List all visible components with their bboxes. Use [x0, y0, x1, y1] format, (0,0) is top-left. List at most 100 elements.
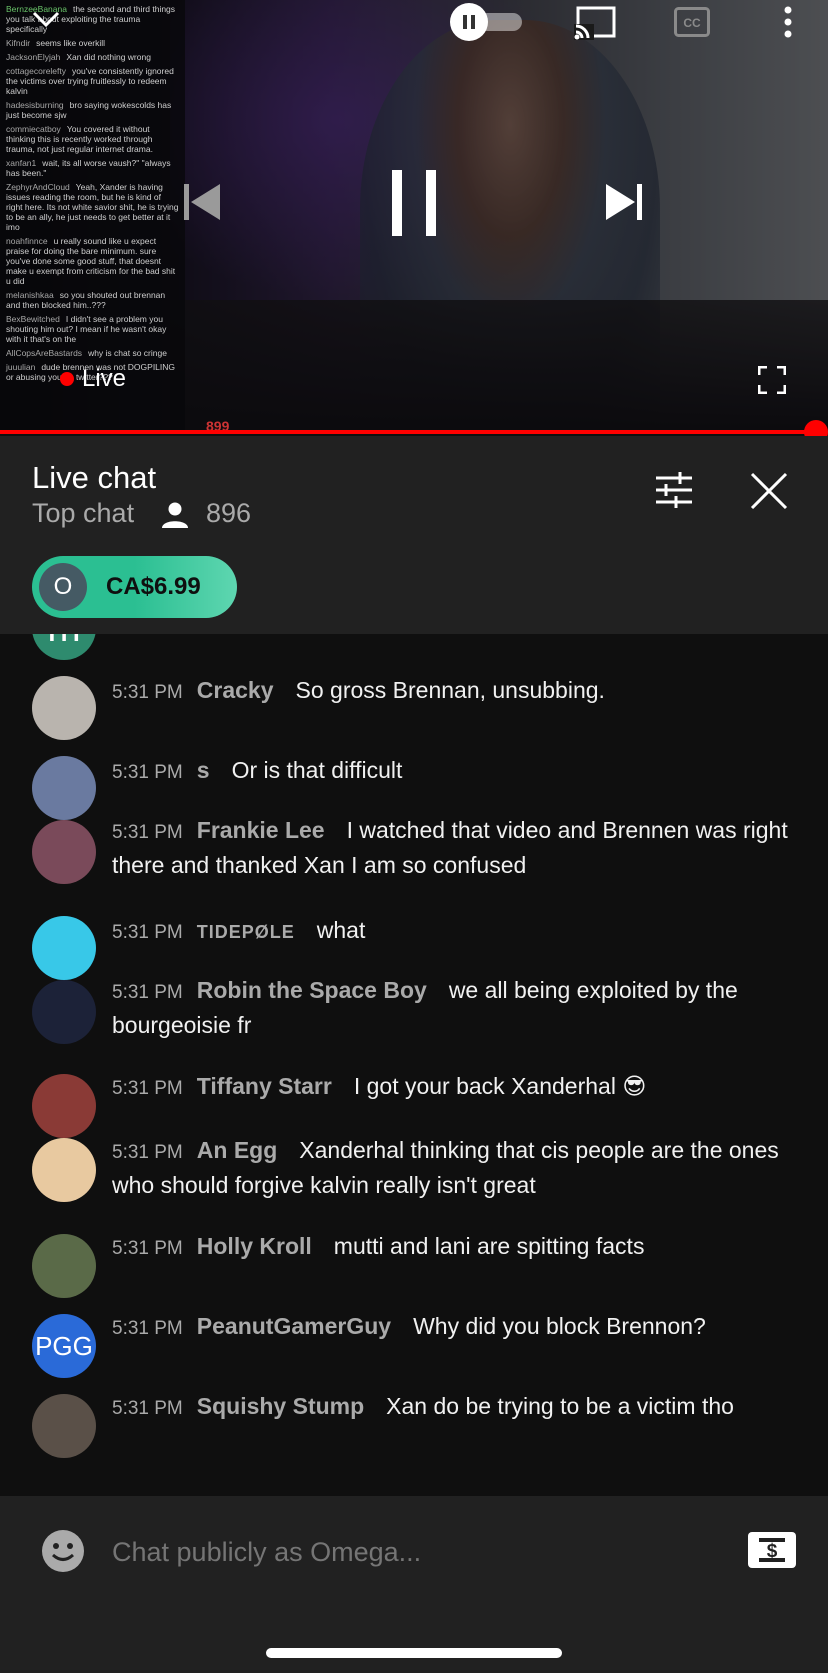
message-text: mutti and lani are spitting facts: [333, 1233, 645, 1259]
message-timestamp: 5:31 PM: [112, 922, 183, 943]
message-text: I got your back Xanderhal 😎: [353, 1073, 647, 1099]
overlay-chat-author: melanishkaa: [6, 290, 54, 300]
avatar[interactable]: [32, 1234, 96, 1298]
avatar[interactable]: [32, 1074, 96, 1138]
message-author[interactable]: s: [197, 757, 210, 783]
overlay-chat-line: BexBewitched I didn't see a problem you s…: [6, 314, 179, 344]
message-timestamp: 5:31 PM: [112, 822, 183, 843]
avatar[interactable]: m: [32, 634, 96, 660]
ticker-avatar: O: [39, 563, 87, 611]
overlay-chat-line: noahfinnce u really sound like u expect p…: [6, 236, 179, 286]
chat-input-bar: [0, 1496, 828, 1673]
chat-message-body: 5:31 PM Cracky So gross Brennan, unsubbing…: [112, 674, 792, 709]
message-author[interactable]: Holly Kroll: [197, 1233, 312, 1259]
overlay-chat-author: BexBewitched: [6, 314, 60, 324]
overlay-chat-author: noahfinnce: [6, 236, 48, 246]
svg-text:$: $: [767, 1541, 778, 1562]
chat-input[interactable]: [112, 1532, 672, 1572]
svg-text:CC: CC: [683, 16, 701, 30]
live-badge[interactable]: Live: [60, 365, 126, 393]
overlay-chat-line: Kifndir seems like overkill: [6, 38, 179, 48]
home-indicator[interactable]: [266, 1648, 562, 1658]
viewer-count: 896: [206, 498, 252, 528]
avatar[interactable]: [32, 820, 96, 884]
overlay-chat-author: Kifndir: [6, 38, 31, 48]
overlay-chat-line: JacksonElyjah Xan did nothing wrong: [6, 52, 179, 62]
overlay-chat-author: hadesisburning: [6, 100, 64, 110]
chat-message-body: 5:31 PM Robin the Space Boy we all being e…: [112, 974, 792, 1041]
fullscreen-icon[interactable]: [752, 362, 792, 398]
message-text: Or is that difficult: [231, 757, 403, 783]
chat-message-body: 5:31 PM Frankie Lee I watched that video a…: [112, 814, 792, 881]
ticker-amount: CA$6.99: [106, 573, 201, 600]
pause-icon[interactable]: [382, 162, 446, 244]
avatar[interactable]: PGG: [32, 1314, 96, 1378]
avatar[interactable]: [32, 676, 96, 740]
chat-message-body: 5:31 PM TIDEPØLE what: [112, 914, 792, 949]
close-chat-icon[interactable]: [750, 472, 794, 516]
chat-mode-selector[interactable]: Top chat: [32, 498, 134, 529]
overlay-chat-line: hadesisburning bro saying wokescolds has …: [6, 100, 179, 120]
chat-message-body: 5:31 PM Tiffany Starr I got your back Xand…: [112, 1070, 792, 1105]
super-chat-dollar-icon[interactable]: $: [748, 1532, 796, 1568]
live-label: Live: [82, 365, 127, 392]
chat-message-body: 5:31 PM Holly Kroll mutti and lani are spi…: [112, 1230, 792, 1265]
live-dot-icon: [60, 372, 74, 386]
closed-captions-icon[interactable]: CC: [672, 2, 712, 42]
message-author[interactable]: TIDEPØLE: [197, 922, 295, 942]
overlay-chat-line: melanishkaa so you shouted out brennan an…: [6, 290, 179, 310]
message-timestamp: 5:31 PM: [112, 1398, 183, 1419]
message-timestamp: 5:31 PM: [112, 1238, 183, 1259]
chat-message-body: 5:31 PM PeanutGamerGuy Why did you block B…: [112, 1310, 792, 1345]
autoplay-pause-icon: [450, 3, 488, 41]
person-icon: [160, 500, 190, 530]
more-options-icon[interactable]: [770, 2, 806, 42]
message-author[interactable]: Squishy Stump: [197, 1393, 364, 1419]
overlay-chat-line: commiecatboy You covered it without think…: [6, 124, 179, 154]
autoplay-toggle[interactable]: [450, 3, 526, 41]
cast-icon[interactable]: [572, 2, 620, 42]
overlay-chat-author: commiecatboy: [6, 124, 61, 134]
minimize-chevron-icon[interactable]: [24, 0, 68, 36]
message-timestamp: 5:31 PM: [112, 1078, 183, 1099]
message-timestamp: 5:31 PM: [112, 1318, 183, 1339]
next-icon[interactable]: [600, 178, 648, 226]
progress-bar[interactable]: [0, 430, 816, 434]
avatar[interactable]: [32, 916, 96, 980]
message-author[interactable]: Tiffany Starr: [197, 1073, 332, 1099]
message-author[interactable]: Frankie Lee: [197, 817, 325, 843]
super-chat-ticker[interactable]: O CA$6.99: [32, 556, 237, 618]
avatar[interactable]: [32, 980, 96, 1044]
overlay-chat-text: why is chat so cringe: [88, 348, 167, 358]
overlay-chat-line: AllCopsAreBastards why is chat so cringe: [6, 348, 179, 358]
overlay-chat-line: cottagecorelefty you've consistently igno…: [6, 66, 179, 96]
message-text: So gross Brennan, unsubbing.: [295, 677, 605, 703]
message-timestamp: 5:31 PM: [112, 982, 183, 1003]
message-author[interactable]: Cracky: [197, 677, 274, 703]
message-timestamp: 5:31 PM: [112, 762, 183, 783]
emoji-icon[interactable]: [42, 1530, 84, 1572]
message-author[interactable]: An Egg: [197, 1137, 278, 1163]
chat-message-list[interactable]: m5:31 PMmar gjesus dude5:31 PMCrackySo g…: [0, 634, 828, 1496]
message-text: Why did you block Brennon?: [413, 1313, 706, 1339]
avatar[interactable]: [32, 1138, 96, 1202]
video-player[interactable]: BernzeeBanana the second and third things…: [0, 0, 828, 432]
chat-message-body: 5:31 PM s Or is that difficult: [112, 754, 792, 789]
overlay-chat-line: xanfan1 wait, its all worse vaush?" "alwa…: [6, 158, 179, 178]
overlay-chat-line: ZephyrAndCloud Yeah, Xander is having iss…: [6, 182, 179, 232]
previous-icon: [178, 178, 226, 226]
filter-settings-icon[interactable]: [654, 470, 698, 514]
overlay-chat-author: xanfan1: [6, 158, 37, 168]
chat-message-body: 5:31 PM Squishy Stump Xan do be trying to …: [112, 1390, 792, 1425]
overlay-chat-author: AllCopsAreBastards: [6, 348, 83, 358]
overlay-chat-author: JacksonElyjah: [6, 52, 61, 62]
chat-message-body: 5:31 PM An Egg Xanderhal thinking that cis…: [112, 1134, 792, 1201]
avatar[interactable]: [32, 756, 96, 820]
message-author[interactable]: PeanutGamerGuy: [197, 1313, 391, 1339]
message-text: Xan do be trying to be a victim tho: [386, 1393, 734, 1419]
overlay-chat-author: ZephyrAndCloud: [6, 182, 70, 192]
overlay-chat-author: cottagecorelefty: [6, 66, 67, 76]
avatar[interactable]: [32, 1394, 96, 1458]
message-author[interactable]: Robin the Space Boy: [197, 977, 427, 1003]
overlay-chat-author: juuulian: [6, 362, 36, 372]
